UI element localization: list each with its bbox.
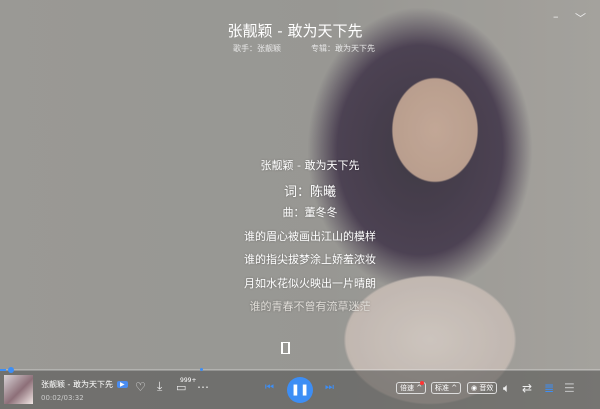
lyric-line: 谁的青春不曾有流草迷茫 [249, 300, 371, 313]
progress-marker [200, 368, 203, 371]
lyric-line: 谁的眉心被画出江山的模样 [244, 229, 376, 243]
time-display: 00:02/03:32 [41, 394, 84, 402]
lyric-line: 谁的指尖拔梦涂上娇羞浓妆 [244, 253, 376, 266]
lyrics-toggle-icon[interactable]: ≣ [544, 382, 554, 394]
progress-bar[interactable] [0, 367, 600, 373]
now-playing-title: 张靓颖 - 敢为天下先 [41, 380, 113, 389]
lyric-line: 曲：董冬冬 [282, 206, 338, 219]
lyric-line: 张靓颖 - 敢为天下先 [260, 159, 360, 172]
quality-button[interactable]: 标准 ^ [431, 382, 462, 394]
lyrics-panel: 张靓颖 - 敢为天下先 词：陈曦 曲：董冬冬 谁的眉心被画出江山的模样 谁的指尖… [220, 157, 400, 322]
minimize-button[interactable]: – [553, 10, 559, 23]
more-icon[interactable]: ⋯ [197, 381, 209, 393]
song-title: 张靓颖 - 敢为天下先 [227, 22, 363, 40]
like-icon[interactable]: ♡ [135, 381, 146, 393]
pause-button[interactable]: ❚❚ [287, 377, 313, 403]
now-playing: 张靓颖 - 敢为天下先 ▶ [41, 379, 128, 390]
repeat-icon[interactable]: ⇄ [522, 382, 532, 394]
volume-icon[interactable]: 🔈︎ [503, 382, 510, 394]
previous-icon[interactable]: ⏮ [265, 383, 274, 393]
collapse-button[interactable]: ﹀ [575, 10, 586, 26]
lyric-line-current: 词：陈曦 [283, 184, 336, 200]
comment-count: 999+ [180, 377, 197, 384]
album-cover[interactable] [4, 375, 33, 404]
lyrics-poster-icon[interactable] [281, 342, 290, 354]
download-icon[interactable]: ⤓ [157, 380, 162, 392]
singer-link[interactable]: 歌手：张靓颖 [233, 43, 281, 54]
playlist-icon[interactable]: ☰ [564, 382, 575, 394]
mv-button[interactable]: ▶ [116, 381, 128, 388]
sound-effect-button[interactable]: ◉ 音效 [467, 382, 498, 394]
song-meta: 歌手：张靓颖 专辑：敢为天下先 [233, 43, 375, 54]
album-link[interactable]: 专辑：敢为天下先 [311, 43, 375, 54]
lyric-line: 月如水花似火映出一片晴朗 [244, 276, 376, 290]
progress-fill [0, 369, 6, 371]
next-icon[interactable]: ⏭ [325, 383, 334, 393]
speed-new-dot [420, 381, 424, 385]
progress-handle[interactable] [8, 367, 14, 373]
